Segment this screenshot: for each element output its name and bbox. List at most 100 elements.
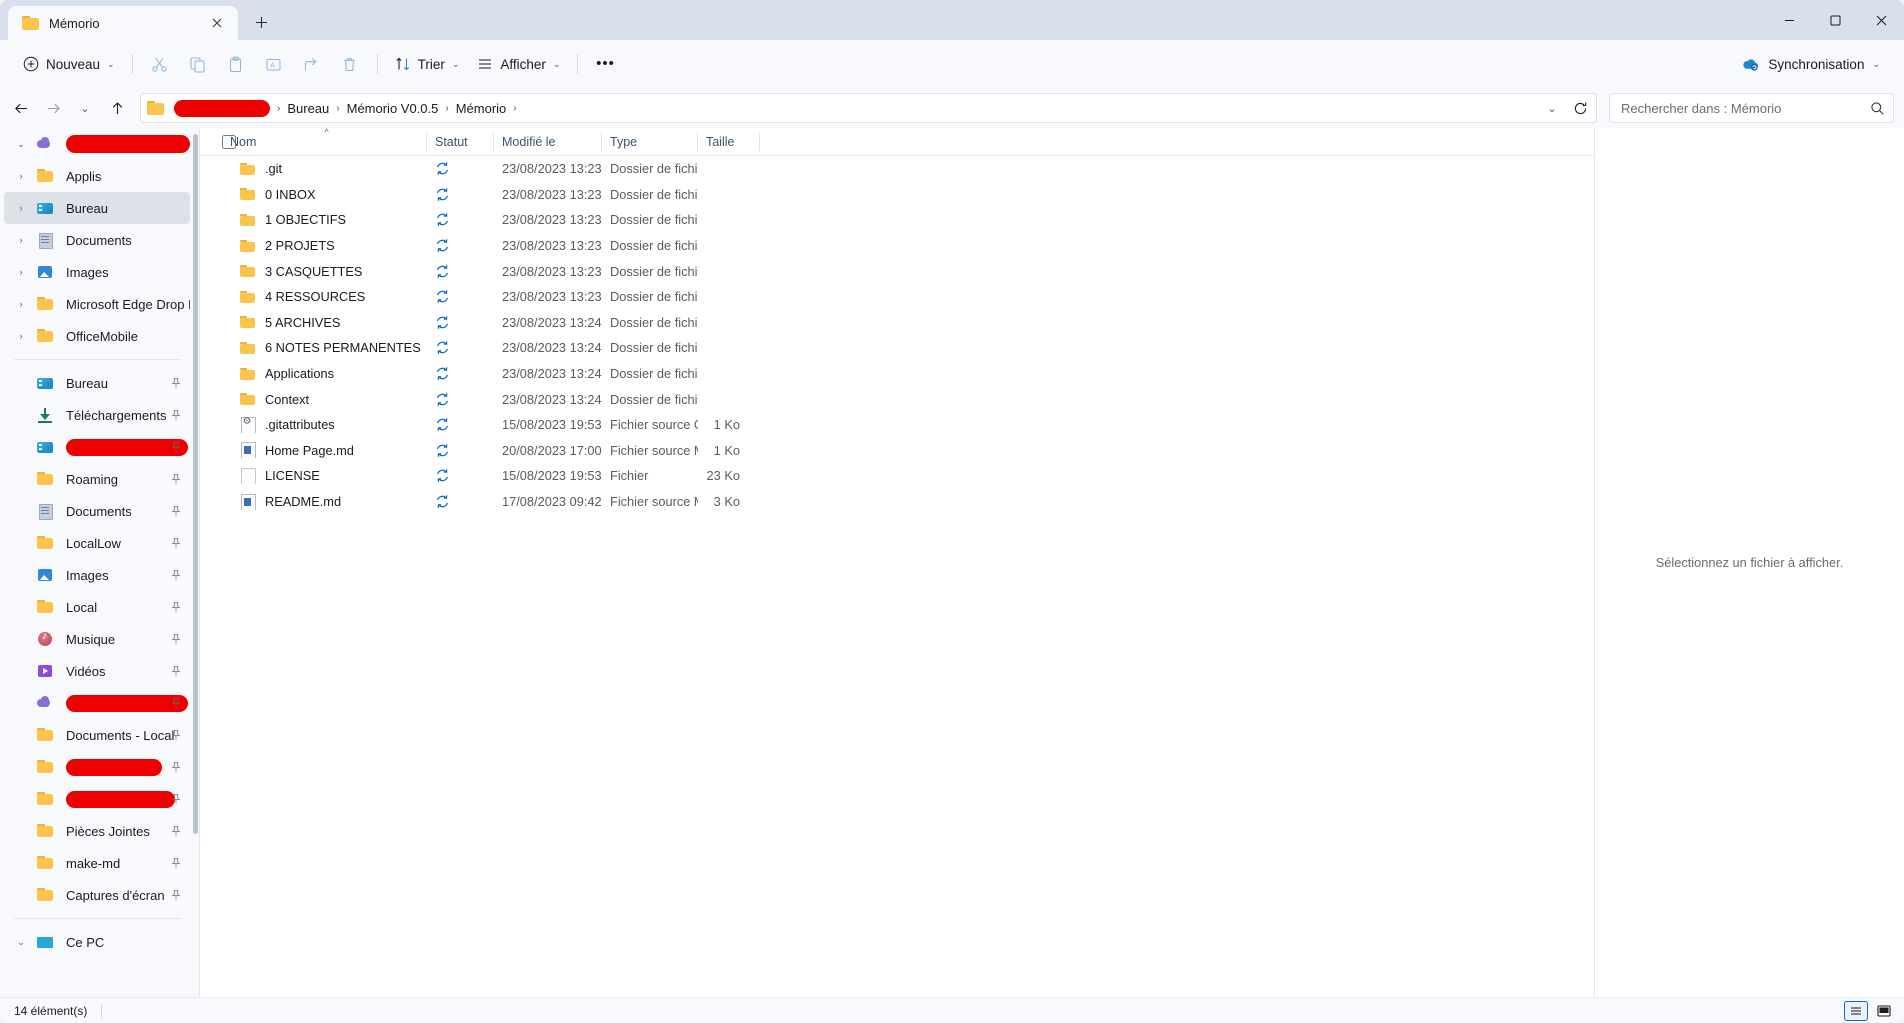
column-header-size[interactable]: Taille: [698, 129, 760, 155]
forward-button[interactable]: [38, 93, 68, 123]
column-header-modified[interactable]: Modifié le: [494, 129, 602, 155]
sidebar-item-roaming[interactable]: Roaming: [4, 463, 190, 495]
chevron-right-icon[interactable]: ›: [10, 267, 32, 277]
breadcrumb-item-memorio-v005[interactable]: Mémorio V0.0.5: [343, 96, 443, 120]
table-row[interactable]: Home Page.md 20/08/2023 17:00 Fichier sour…: [200, 438, 1594, 464]
sidebar-item-vidéos[interactable]: Vidéos: [4, 655, 190, 687]
sidebar-item-redacted-13[interactable]: [4, 783, 190, 815]
nav-tree-root[interactable]: ⌄: [4, 128, 190, 160]
chevron-right-icon[interactable]: ›: [10, 299, 32, 309]
refresh-button[interactable]: [1566, 95, 1594, 121]
sidebar-item-redacted-10[interactable]: [4, 687, 190, 719]
pin-icon[interactable]: [170, 857, 182, 869]
sidebar-item-officemobile[interactable]: › OfficeMobile: [4, 320, 190, 352]
pin-icon[interactable]: [170, 761, 182, 773]
new-button[interactable]: Nouveau ⌄: [14, 48, 124, 80]
table-row[interactable]: 6 NOTES PERMANENTES 23/08/2023 13:24 Dossi…: [200, 335, 1594, 361]
table-row[interactable]: 3 CASQUETTES 23/08/2023 13:23 Dossier de f…: [200, 258, 1594, 284]
pin-icon[interactable]: [170, 825, 182, 837]
table-row[interactable]: Context 23/08/2023 13:24 Dossier de fichie…: [200, 386, 1594, 412]
sidebar-item-documents---local[interactable]: Documents - Local: [4, 719, 190, 751]
pin-icon[interactable]: [170, 601, 182, 613]
table-row[interactable]: 5 ARCHIVES 23/08/2023 13:24 Dossier de fic…: [200, 310, 1594, 336]
window-close-button[interactable]: [1858, 0, 1904, 40]
search-input[interactable]: Rechercher dans : Mémorio: [1609, 93, 1894, 123]
column-header-name[interactable]: ^ Nom: [222, 127, 427, 155]
sidebar-item-documents[interactable]: › Documents: [4, 224, 190, 256]
sidebar-item-téléchargements[interactable]: Téléchargements: [4, 399, 190, 431]
breadcrumb-item-bureau[interactable]: Bureau: [283, 96, 333, 120]
pin-icon[interactable]: [170, 665, 182, 677]
breadcrumb[interactable]: › Bureau › Mémorio V0.0.5 › Mémorio › ⌄: [140, 93, 1597, 123]
chevron-right-icon[interactable]: ›: [10, 331, 32, 341]
sidebar-item-make-md[interactable]: make-md: [4, 847, 190, 879]
rename-button[interactable]: A: [255, 48, 293, 80]
sidebar-item-ce-pc[interactable]: ⌄ Ce PC: [4, 926, 190, 958]
table-row[interactable]: 1 OBJECTIFS 23/08/2023 13:23 Dossier de fi…: [200, 207, 1594, 233]
chevron-right-icon[interactable]: ›: [10, 203, 32, 213]
pin-icon[interactable]: [170, 569, 182, 581]
table-row[interactable]: 4 RESSOURCES 23/08/2023 13:23 Dossier de f…: [200, 284, 1594, 310]
delete-button[interactable]: [331, 48, 369, 80]
table-row[interactable]: Applications 23/08/2023 13:24 Dossier de f…: [200, 361, 1594, 387]
table-row[interactable]: 2 PROJETS 23/08/2023 13:23 Dossier de fich…: [200, 233, 1594, 259]
pin-icon[interactable]: [170, 793, 182, 805]
sidebar-item-bureau[interactable]: › Bureau: [4, 192, 190, 224]
pin-icon[interactable]: [170, 377, 182, 389]
pin-icon[interactable]: [170, 409, 182, 421]
table-row[interactable]: README.md 17/08/2023 09:42 Fichier source …: [200, 489, 1594, 515]
close-icon[interactable]: [204, 10, 230, 36]
sidebar-item-microsoft-edge-drop-files[interactable]: › Microsoft Edge Drop Files: [4, 288, 191, 320]
navigation-scrollbar[interactable]: [193, 134, 198, 834]
back-button[interactable]: [6, 93, 36, 123]
pin-icon[interactable]: [170, 697, 182, 709]
sidebar-item-redacted-2[interactable]: [4, 431, 190, 463]
copy-button[interactable]: [179, 48, 217, 80]
share-button[interactable]: [293, 48, 331, 80]
chevron-down-icon[interactable]: ⌄: [10, 937, 32, 948]
column-divider[interactable]: [759, 132, 760, 151]
new-tab-button[interactable]: [246, 7, 276, 37]
up-button[interactable]: [102, 93, 132, 123]
chevron-right-icon[interactable]: ›: [10, 171, 32, 181]
sidebar-item-local[interactable]: Local: [4, 591, 190, 623]
large-icons-view-icon[interactable]: [1872, 1001, 1896, 1021]
breadcrumb-dropdown-button[interactable]: ⌄: [1538, 95, 1566, 121]
pin-icon[interactable]: [170, 889, 182, 901]
sidebar-item-captures-d'écran[interactable]: Captures d'écran: [4, 879, 190, 911]
paste-button[interactable]: [217, 48, 255, 80]
breadcrumb-item-memorio[interactable]: Mémorio: [452, 96, 511, 120]
sidebar-item-locallow[interactable]: LocalLow: [4, 527, 190, 559]
sort-button[interactable]: Trier ⌄: [386, 48, 469, 80]
pin-icon[interactable]: [170, 729, 182, 741]
sidebar-item-images[interactable]: Images: [4, 559, 190, 591]
pin-icon[interactable]: [170, 473, 182, 485]
sidebar-item-applis[interactable]: › Applis: [4, 160, 190, 192]
pin-icon[interactable]: [170, 505, 182, 517]
more-options-button[interactable]: •••: [586, 48, 624, 80]
pin-icon[interactable]: [170, 537, 182, 549]
sidebar-item-images[interactable]: › Images: [4, 256, 190, 288]
table-row[interactable]: 0 INBOX 23/08/2023 13:23 Dossier de fichie…: [200, 182, 1594, 208]
sidebar-item-musique[interactable]: Musique: [4, 623, 190, 655]
table-row[interactable]: LICENSE 15/08/2023 19:53 Fichier 23 Ko: [200, 463, 1594, 489]
maximize-button[interactable]: [1812, 0, 1858, 40]
sidebar-item-pièces-jointes[interactable]: Pièces Jointes: [4, 815, 190, 847]
column-header-type[interactable]: Type: [602, 129, 698, 155]
chevron-down-icon[interactable]: ⌄: [10, 139, 32, 150]
minimize-button[interactable]: [1766, 0, 1812, 40]
table-row[interactable]: .git 23/08/2023 13:23 Dossier de fichiers: [200, 156, 1594, 182]
view-button[interactable]: Afficher ⌄: [468, 48, 569, 80]
column-header-status[interactable]: Statut: [427, 129, 494, 155]
details-view-icon[interactable]: [1844, 1000, 1868, 1021]
cut-button[interactable]: [141, 48, 179, 80]
sync-status-button[interactable]: Synchronisation ⌄: [1733, 40, 1888, 88]
table-row[interactable]: .gitattributes 15/08/2023 19:53 Fichier so…: [200, 412, 1594, 438]
sidebar-item-documents[interactable]: Documents: [4, 495, 190, 527]
chevron-right-icon[interactable]: ›: [10, 235, 32, 245]
tab-memorio[interactable]: Mémorio: [8, 6, 238, 40]
recent-locations-button[interactable]: ⌄: [70, 93, 100, 123]
sidebar-item-bureau[interactable]: Bureau: [4, 367, 190, 399]
pin-icon[interactable]: [170, 633, 182, 645]
sidebar-item-redacted-12[interactable]: [4, 751, 190, 783]
